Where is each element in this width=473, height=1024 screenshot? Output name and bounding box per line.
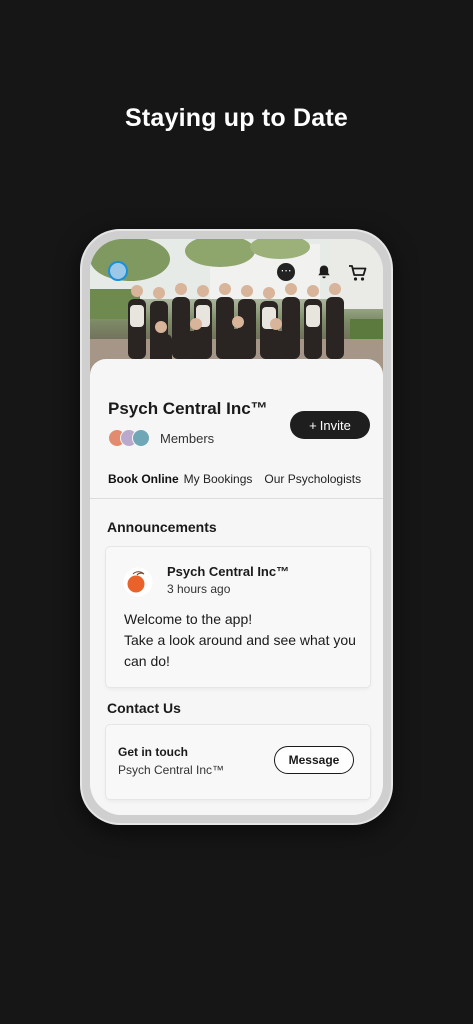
contact-card-subtitle: Psych Central Inc™: [118, 763, 225, 777]
post-timestamp: 3 hours ago: [167, 582, 231, 596]
user-avatar[interactable]: [108, 261, 128, 281]
member-avatar: [132, 429, 150, 447]
phone-frame: ⋯ Psych Central Inc™ + Invite Members Bo…: [80, 229, 393, 825]
notification-bell-icon[interactable]: [316, 264, 332, 280]
post-line: Welcome to the app!: [124, 611, 253, 627]
tab-divider: [90, 498, 383, 499]
psych-central-logo-icon: [123, 567, 153, 597]
contact-card: Get in touch Psych Central Inc™ Message: [106, 725, 370, 799]
announcements-title: Announcements: [107, 519, 217, 535]
screen: Staying up to Date ⋯ Psych Central Inc™ …: [0, 0, 473, 1024]
tab-book-online[interactable]: Book Online: [108, 472, 179, 486]
post-body: Welcome to the app! Take a look around a…: [124, 609, 364, 672]
group-name: Psych Central Inc™: [108, 399, 268, 418]
message-button[interactable]: Message: [274, 746, 354, 774]
invite-label: Invite: [319, 417, 351, 433]
tab-our-psychologists[interactable]: Our Psychologists: [264, 472, 361, 486]
more-options-button[interactable]: ⋯: [277, 263, 295, 281]
member-avatars[interactable]: [108, 429, 158, 447]
members-link[interactable]: Members: [160, 431, 214, 446]
announcement-post[interactable]: Psych Central Inc™ 3 hours ago Welcome t…: [106, 547, 370, 687]
contact-title: Contact Us: [107, 700, 181, 716]
contact-card-title: Get in touch: [118, 745, 188, 759]
group-content: Psych Central Inc™ + Invite Members Book…: [90, 359, 383, 815]
invite-button[interactable]: + Invite: [290, 411, 370, 439]
group-tabs: Book Online My Bookings Our Psychologist…: [108, 472, 361, 486]
tab-my-bookings[interactable]: My Bookings: [184, 472, 253, 486]
phone-screen: ⋯ Psych Central Inc™ + Invite Members Bo…: [90, 239, 383, 815]
plus-icon: +: [309, 417, 317, 433]
cart-icon[interactable]: [348, 264, 368, 282]
post-line: Take a look around and see what you can …: [124, 632, 356, 669]
post-author: Psych Central Inc™: [167, 564, 290, 579]
headline: Staying up to Date: [124, 104, 349, 132]
